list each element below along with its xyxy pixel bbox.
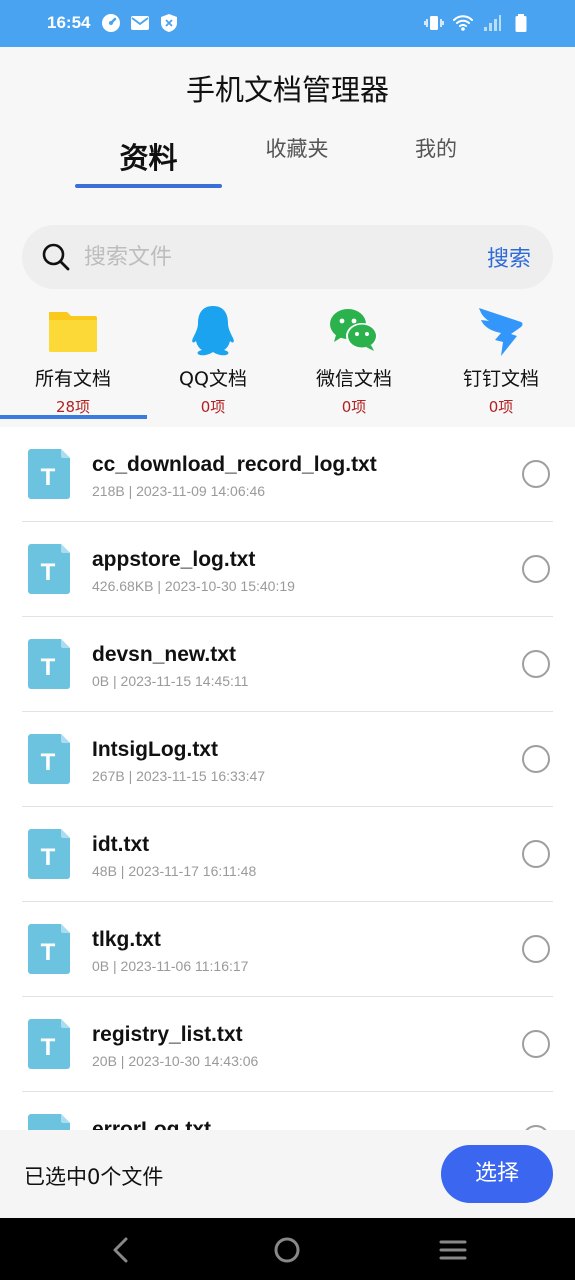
list-item[interactable]: T idt.txt 48B | 2023-11-17 16:11:48 [22, 807, 553, 902]
battery-icon [515, 14, 527, 32]
selected-count-text: 已选中0个文件 [24, 1165, 164, 1189]
category-label: QQ文档 [179, 368, 247, 390]
select-radio[interactable] [522, 745, 550, 773]
list-item[interactable]: T errorLog.txt [22, 1092, 553, 1130]
text-file-icon: T [28, 1019, 70, 1069]
file-meta: 48B | 2023-11-17 16:11:48 [92, 863, 257, 879]
file-name: devsn_new.txt [92, 643, 236, 666]
file-meta: 426.68KB | 2023-10-30 15:40:19 [92, 578, 295, 594]
file-icon-letter: T [41, 749, 56, 776]
select-radio[interactable] [522, 460, 550, 488]
qq-icon [192, 306, 234, 356]
select-button[interactable]: 选择 [441, 1145, 553, 1203]
wechat-icon [330, 309, 378, 351]
text-file-icon: T [28, 924, 70, 974]
file-name: cc_download_record_log.txt [92, 453, 377, 476]
tab-underline [75, 184, 222, 188]
category-qq-documents[interactable]: QQ文档 0项 [138, 302, 288, 417]
file-name: errorLog.txt [92, 1118, 212, 1130]
search-input[interactable] [84, 237, 464, 277]
file-meta: 20B | 2023-10-30 14:43:06 [92, 1053, 259, 1069]
file-name: idt.txt [92, 833, 150, 856]
select-radio[interactable] [522, 1030, 550, 1058]
text-file-icon: T [28, 449, 70, 499]
bottom-action-bar: 已选中0个文件 选择 [0, 1130, 575, 1218]
category-label: 所有文档 [34, 368, 111, 390]
category-count: 0项 [488, 398, 514, 416]
tab-materials[interactable]: 资料 [75, 135, 222, 177]
header: 手机文档管理器 资料 收藏夹 我的 搜索 所有文档 28项 QQ文档 0项 微信… [0, 47, 575, 427]
category-count: 28项 [55, 398, 91, 416]
category-label: 钉钉文档 [462, 368, 539, 390]
tab-favorites[interactable]: 收藏夹 [222, 133, 372, 163]
file-icon-letter: T [41, 939, 56, 966]
text-file-icon: T [28, 639, 70, 689]
folder-icon [49, 312, 97, 352]
category-count: 0项 [341, 398, 367, 416]
text-file-icon: T [28, 544, 70, 594]
select-radio[interactable] [522, 935, 550, 963]
file-name: appstore_log.txt [92, 548, 256, 571]
list-item[interactable]: T cc_download_record_log.txt 218B | 2023… [22, 427, 553, 522]
dingtalk-icon [479, 308, 523, 356]
select-radio[interactable] [522, 650, 550, 678]
signal-icon [484, 15, 501, 31]
category-all-documents[interactable]: 所有文档 28项 [0, 302, 148, 417]
text-file-icon: T [28, 1114, 70, 1130]
list-item[interactable]: T registry_list.txt 20B | 2023-10-30 14:… [22, 997, 553, 1092]
category-dingtalk-documents[interactable]: 钉钉文档 0项 [426, 302, 575, 417]
mail-icon [131, 16, 149, 30]
text-file-icon: T [28, 829, 70, 879]
category-count: 0项 [200, 398, 226, 416]
text-file-icon: T [28, 734, 70, 784]
status-time: 16:54 [47, 13, 91, 32]
page-title: 手机文档管理器 [185, 73, 389, 107]
home-icon[interactable] [272, 1235, 302, 1265]
category-label: 微信文档 [315, 368, 392, 390]
file-name: tlkg.txt [92, 928, 161, 951]
file-icon-letter: T [41, 1034, 56, 1061]
status-bar: 16:54 [0, 0, 575, 47]
select-radio[interactable] [522, 840, 550, 868]
wifi-icon [453, 15, 473, 31]
category-underline [0, 415, 147, 419]
file-name: IntsigLog.txt [92, 738, 218, 761]
file-list: T cc_download_record_log.txt 218B | 2023… [0, 427, 575, 1130]
list-item[interactable]: T devsn_new.txt 0B | 2023-11-15 14:45:11 [22, 617, 553, 712]
vibrate-icon [424, 16, 444, 30]
file-meta: 218B | 2023-11-09 14:06:46 [92, 483, 266, 499]
select-radio[interactable] [522, 555, 550, 583]
file-icon-letter: T [41, 654, 56, 681]
system-nav-bar [0, 1218, 575, 1280]
tab-mine[interactable]: 我的 [372, 133, 500, 163]
search-button[interactable]: 搜索 [487, 241, 531, 273]
category-wechat-documents[interactable]: 微信文档 0项 [279, 302, 429, 417]
file-icon-letter: T [41, 464, 56, 491]
menu-icon[interactable] [438, 1235, 468, 1265]
list-item[interactable]: T tlkg.txt 0B | 2023-11-06 11:16:17 [22, 902, 553, 997]
shield-icon [161, 14, 177, 32]
list-item[interactable]: T IntsigLog.txt 267B | 2023-11-15 16:33:… [22, 712, 553, 807]
search-bar: 搜索 [22, 225, 553, 289]
file-meta: 0B | 2023-11-15 14:45:11 [92, 673, 249, 689]
list-item[interactable]: T appstore_log.txt 426.68KB | 2023-10-30… [22, 522, 553, 617]
file-name: registry_list.txt [92, 1023, 243, 1046]
search-icon [42, 243, 70, 271]
file-meta: 0B | 2023-11-06 11:16:17 [92, 958, 249, 974]
file-icon-letter: T [41, 559, 56, 586]
speedometer-icon [102, 14, 120, 32]
file-meta: 267B | 2023-11-15 16:33:47 [92, 768, 266, 784]
file-icon-letter: T [41, 844, 56, 871]
back-icon[interactable] [106, 1235, 136, 1265]
